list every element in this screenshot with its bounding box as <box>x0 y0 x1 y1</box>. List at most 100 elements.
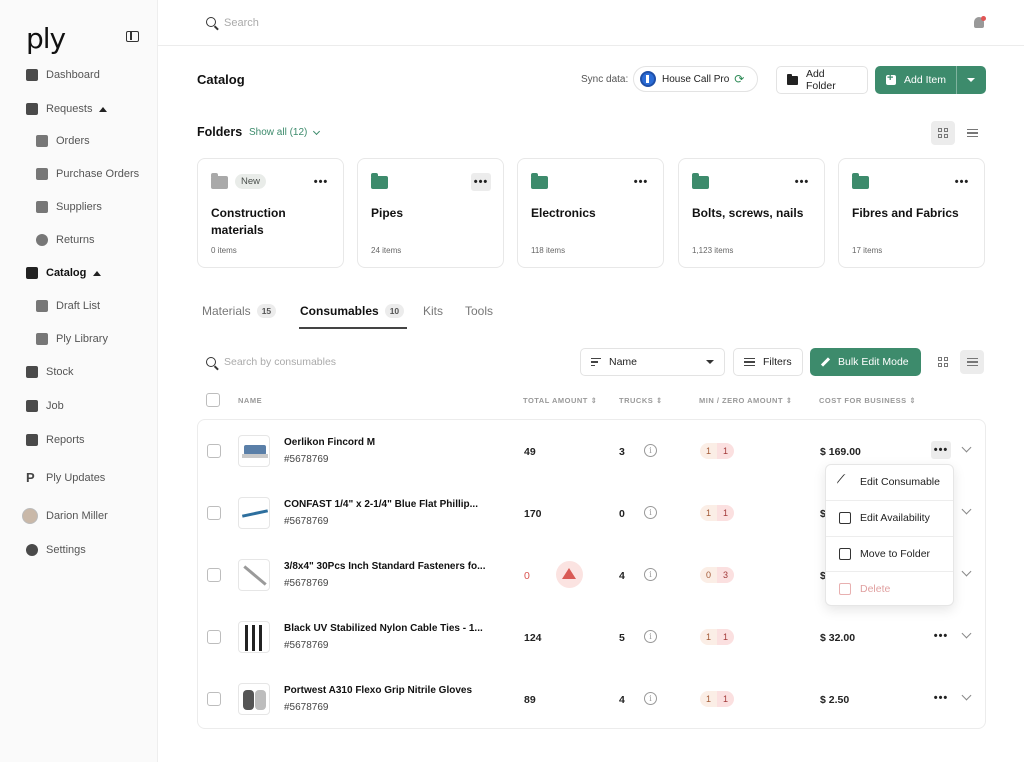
info-icon[interactable]: i <box>644 692 657 705</box>
folders-list-view-toggle[interactable] <box>960 121 984 145</box>
tab-consumables[interactable]: Consumables 10 <box>300 304 405 318</box>
filters-button[interactable]: Filters <box>733 348 803 376</box>
info-icon[interactable]: i <box>644 506 657 519</box>
menu-delete[interactable]: Delete <box>826 572 953 606</box>
add-item-main[interactable]: Add Item <box>875 66 957 94</box>
column-header-trucks[interactable]: TRUCKS ⇕ <box>619 396 663 405</box>
more-options-icon[interactable]: ••• <box>311 173 331 191</box>
cost-for-business: $ 32.00 <box>820 632 856 644</box>
sidebar-item-ply-updates[interactable]: P Ply Updates <box>26 468 105 488</box>
refresh-icon[interactable]: ⟳ <box>734 72 744 86</box>
sidebar-item-returns[interactable]: Returns <box>36 230 95 250</box>
ply-logo[interactable]: ply <box>26 22 66 55</box>
list-icon <box>966 128 978 138</box>
menu-edit-availability[interactable]: Edit Availability <box>826 501 953 535</box>
menu-move-to-folder[interactable]: Move to Folder <box>826 537 953 571</box>
row-checkbox[interactable] <box>207 568 221 582</box>
show-all-folders-link[interactable]: Show all (12) <box>249 127 321 138</box>
report-icon <box>26 434 38 446</box>
folder-card[interactable]: ••• Electronics 118 items <box>517 158 664 268</box>
folder-icon <box>852 173 869 189</box>
sidebar: ply Dashboard Requests Orders Purchase O… <box>0 0 158 762</box>
sidebar-item-suppliers[interactable]: Suppliers <box>36 197 102 217</box>
add-folder-button[interactable]: Add Folder <box>776 66 868 94</box>
sidebar-item-settings[interactable]: Settings <box>26 540 86 560</box>
folder-card[interactable]: New ••• Construction materials 0 items <box>197 158 344 268</box>
row-checkbox[interactable] <box>207 630 221 644</box>
select-all-checkbox[interactable] <box>206 393 220 407</box>
sync-provider-button[interactable]: House Call Pro ⟳ <box>633 66 758 92</box>
sidebar-item-requests[interactable]: Requests <box>26 99 108 119</box>
sidebar-item-orders[interactable]: Orders <box>36 131 90 151</box>
product-sku: #5678769 <box>284 454 329 465</box>
chevron-down-icon[interactable] <box>961 690 972 701</box>
avatar <box>22 508 38 524</box>
product-thumbnail <box>238 435 270 467</box>
chevron-down-icon[interactable] <box>961 566 972 577</box>
list-icon <box>966 357 978 367</box>
sidebar-item-purchase-orders[interactable]: Purchase Orders <box>36 164 139 184</box>
sidebar-item-profile[interactable]: Darion Miller <box>22 506 108 526</box>
table-row[interactable]: Portwest A310 Flexo Grip Nitrile Gloves … <box>198 668 985 730</box>
tab-materials[interactable]: Materials 15 <box>202 304 277 318</box>
items-list-view-toggle[interactable] <box>960 350 984 374</box>
row-checkbox[interactable] <box>207 506 221 520</box>
product-name: Oerlikon Fincord M <box>284 437 376 448</box>
product-sku: #5678769 <box>284 578 329 589</box>
chevron-down-icon[interactable] <box>961 442 972 453</box>
caret-up-icon <box>93 270 102 276</box>
info-icon[interactable]: i <box>644 444 657 457</box>
chevron-down-icon[interactable] <box>961 628 972 639</box>
folder-name: Bolts, screws, nails <box>692 206 804 220</box>
sidebar-item-ply-library[interactable]: Ply Library <box>36 329 108 349</box>
sidebar-item-job[interactable]: Job <box>26 396 64 416</box>
column-header-total[interactable]: TOTAL AMOUNT ⇕ <box>523 396 597 405</box>
more-options-icon[interactable]: ••• <box>952 173 972 191</box>
chevron-down-icon[interactable] <box>961 504 972 515</box>
items-grid-view-toggle[interactable] <box>931 350 955 374</box>
consumables-search-input[interactable]: Search by consumables <box>224 356 336 368</box>
sidebar-item-stock[interactable]: Stock <box>26 362 74 382</box>
info-icon[interactable]: i <box>644 630 657 643</box>
add-item-dropdown[interactable] <box>957 78 985 82</box>
sidebar-item-reports[interactable]: Reports <box>26 430 85 450</box>
column-header-cost[interactable]: COST FOR BUSINESS ⇕ <box>819 396 916 405</box>
sidebar-item-draft-list[interactable]: Draft List <box>36 296 100 316</box>
add-item-button[interactable]: Add Item <box>875 66 986 94</box>
product-sku: #5678769 <box>284 640 329 651</box>
tab-kits[interactable]: Kits <box>423 304 443 318</box>
collapse-sidebar-icon[interactable] <box>126 31 139 42</box>
column-header-min-zero[interactable]: MIN / ZERO AMOUNT ⇕ <box>699 396 792 405</box>
more-options-icon[interactable]: ••• <box>471 173 491 191</box>
trucks-count: 3 <box>619 446 625 458</box>
min-zero-badge: 11 <box>700 629 735 645</box>
product-name: 3/8x4" 30Pcs Inch Standard Fasteners fo.… <box>284 561 486 572</box>
row-more-options-icon[interactable]: ••• <box>931 627 951 645</box>
column-header-name[interactable]: NAME <box>238 396 262 405</box>
product-sku: #5678769 <box>284 516 329 527</box>
global-search-input[interactable]: Search <box>224 17 259 29</box>
row-more-options-icon[interactable]: ••• <box>931 689 951 707</box>
bulk-edit-mode-button[interactable]: Bulk Edit Mode <box>810 348 921 376</box>
info-icon[interactable]: i <box>644 568 657 581</box>
plus-icon <box>886 72 896 85</box>
row-more-options-icon[interactable]: ••• <box>931 441 951 459</box>
sidebar-item-catalog[interactable]: Catalog <box>26 263 102 283</box>
folder-card[interactable]: ••• Fibres and Fabrics 17 items <box>838 158 985 268</box>
search-icon <box>206 17 216 27</box>
sidebar-item-dashboard[interactable]: Dashboard <box>26 65 100 85</box>
min-zero-badge: 11 <box>700 443 735 459</box>
table-row[interactable]: Black UV Stabilized Nylon Cable Ties - 1… <box>198 606 985 668</box>
ply-p-icon: P <box>26 470 35 485</box>
folder-card[interactable]: ••• Pipes 24 items <box>357 158 504 268</box>
more-options-icon[interactable]: ••• <box>631 173 651 191</box>
more-options-icon[interactable]: ••• <box>792 173 812 191</box>
menu-edit-consumable[interactable]: Edit Consumable <box>826 465 953 499</box>
sort-select[interactable]: Name <box>580 348 725 376</box>
tab-tools[interactable]: Tools <box>465 304 493 318</box>
folder-card[interactable]: ••• Bolts, screws, nails 1,123 items <box>678 158 825 268</box>
row-checkbox[interactable] <box>207 444 221 458</box>
folder-icon <box>787 73 798 85</box>
folders-grid-view-toggle[interactable] <box>931 121 955 145</box>
row-checkbox[interactable] <box>207 692 221 706</box>
